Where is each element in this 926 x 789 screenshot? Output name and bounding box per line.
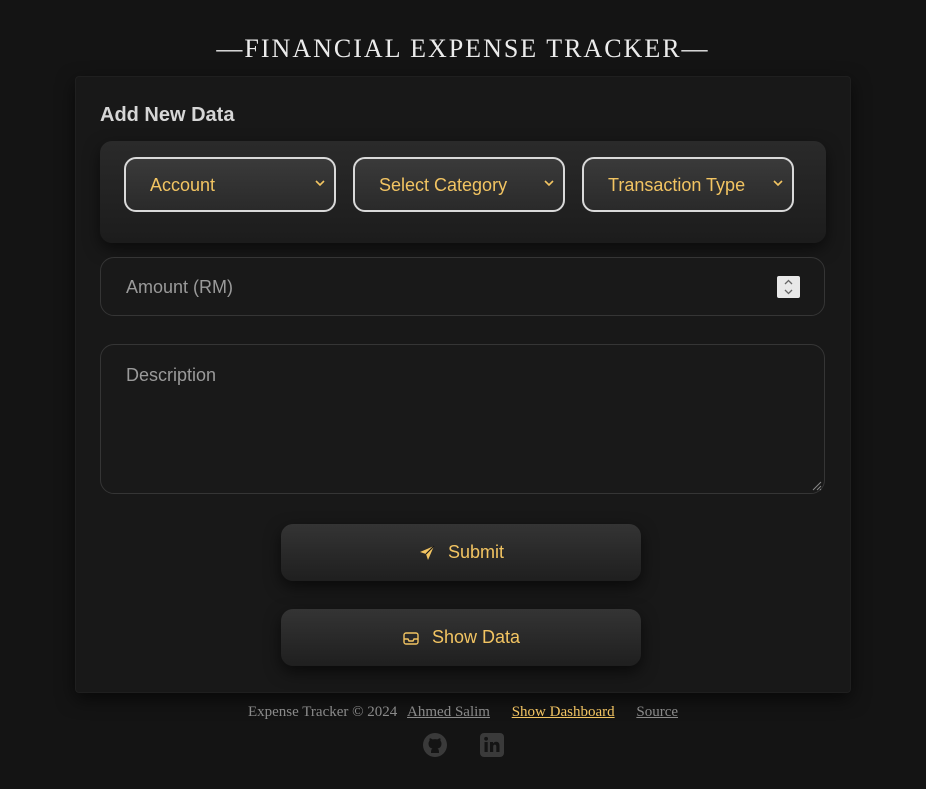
resize-handle-icon[interactable] [810,479,822,491]
category-select[interactable]: Select Category [353,157,565,212]
description-textarea[interactable]: Description [100,344,825,494]
page-title: —FINANCIAL EXPENSE TRACKER— [216,34,710,63]
show-data-button[interactable]: Show Data [281,609,641,666]
submit-button[interactable]: Submit [281,524,641,581]
account-select-label: Account [150,175,216,195]
amount-spinner[interactable] [777,276,800,298]
chevron-down-icon [773,180,783,187]
github-icon[interactable] [422,732,448,758]
copyright-text: Expense Tracker © 2024 [247,704,398,720]
spinner-arrows-icon [784,279,793,295]
show-data-label: Show Data [431,627,521,647]
inbox-icon [403,631,419,645]
chevron-down-icon [544,180,554,187]
add-data-card: Add New Data Account Select Category Tra… [75,76,851,693]
select-row: Account Select Category Transaction Type [100,141,826,243]
transaction-type-select-label: Transaction Type [608,175,746,195]
amount-placeholder: Amount (RM) [126,277,234,297]
show-dashboard-link[interactable]: Show Dashboard [512,704,615,720]
amount-input[interactable]: Amount (RM) [100,257,825,316]
footer: Expense Tracker © 2024 Ahmed Salim Show … [0,704,926,721]
chevron-down-icon [315,180,325,187]
social-links [0,732,926,758]
submit-label: Submit [447,542,505,562]
account-select[interactable]: Account [124,157,336,212]
category-select-label: Select Category [379,175,508,195]
source-link[interactable]: Source [636,704,678,720]
paper-plane-icon [419,545,435,560]
section-heading: Add New Data [100,104,235,126]
description-placeholder: Description [126,365,217,385]
transaction-type-select[interactable]: Transaction Type [582,157,794,212]
linkedin-icon[interactable] [479,732,505,758]
author-link[interactable]: Ahmed Salim [407,704,490,720]
